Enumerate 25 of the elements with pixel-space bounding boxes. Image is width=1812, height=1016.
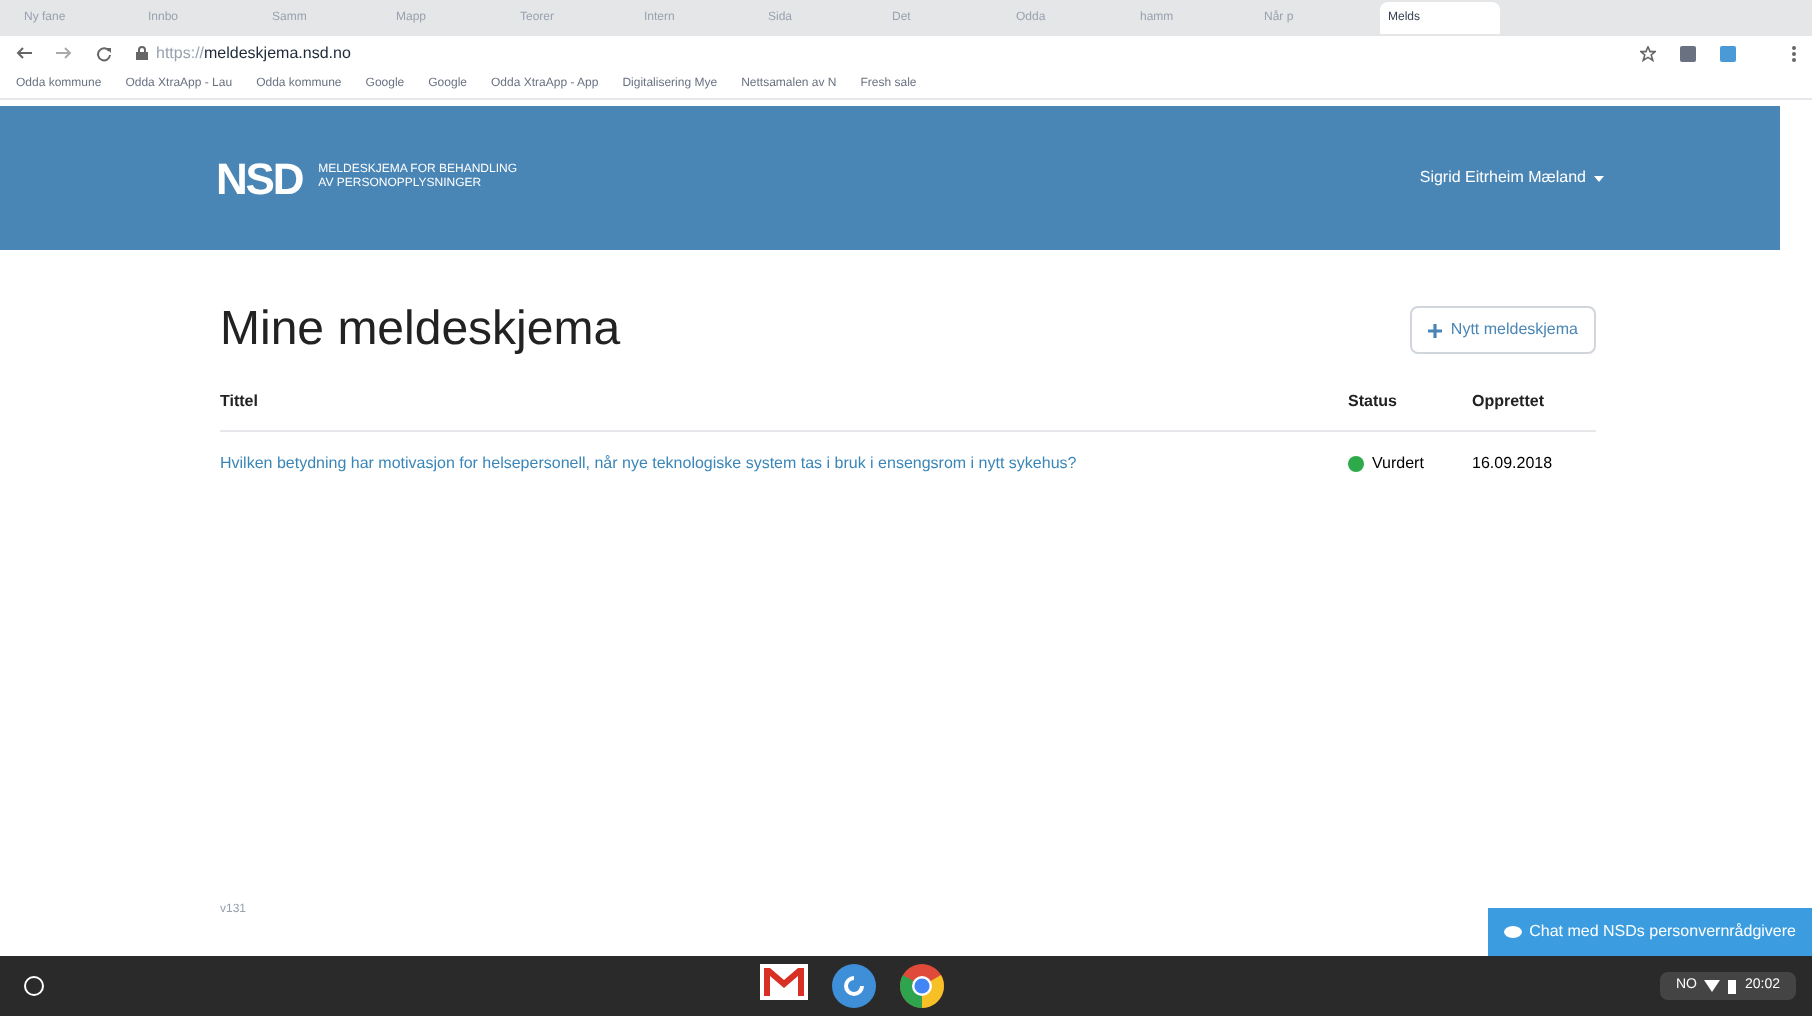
page-title: Mine meldeskjema	[220, 300, 621, 360]
plus-icon	[1428, 323, 1443, 337]
launcher-icon[interactable]	[24, 976, 44, 996]
browser-icon[interactable]	[899, 964, 944, 1008]
caret-icon	[1594, 175, 1604, 181]
chat-icon	[1503, 925, 1522, 939]
chat-button[interactable]: Chat med NSDs personvernrådgivere	[1487, 908, 1812, 956]
table-cell-text: 16.09.2018	[1472, 452, 1555, 476]
lock-icon	[136, 46, 148, 60]
reload-icon[interactable]	[96, 45, 112, 61]
spiral-icon[interactable]	[831, 964, 876, 1008]
address-field[interactable]: https://meldeskjema.nsd.no	[136, 41, 1616, 65]
column-header[interactable]: Tittel	[220, 390, 1348, 414]
new-form-button[interactable]: Nytt meldeskjema	[1410, 306, 1596, 354]
user-menu[interactable]: Sigrid Eitrheim Mæland	[1419, 166, 1604, 190]
logo[interactable]: NSD	[216, 145, 303, 211]
column-header[interactable]: Opprettet	[1472, 390, 1596, 414]
column-header[interactable]: Status	[1348, 390, 1472, 414]
back-icon[interactable]	[16, 46, 32, 60]
status-label: Vurdert	[1372, 452, 1424, 476]
battery-icon	[1728, 979, 1737, 993]
mail-icon[interactable]	[759, 964, 808, 1000]
form-title-link[interactable]: Hvilken betydning har motivasjon for helsepersonell, når nye teknologiske system tas i bruk i ensengsrom i nytt sykehus?	[220, 452, 1348, 476]
star-icon[interactable]	[1640, 45, 1656, 61]
wifi-icon	[1704, 980, 1721, 992]
